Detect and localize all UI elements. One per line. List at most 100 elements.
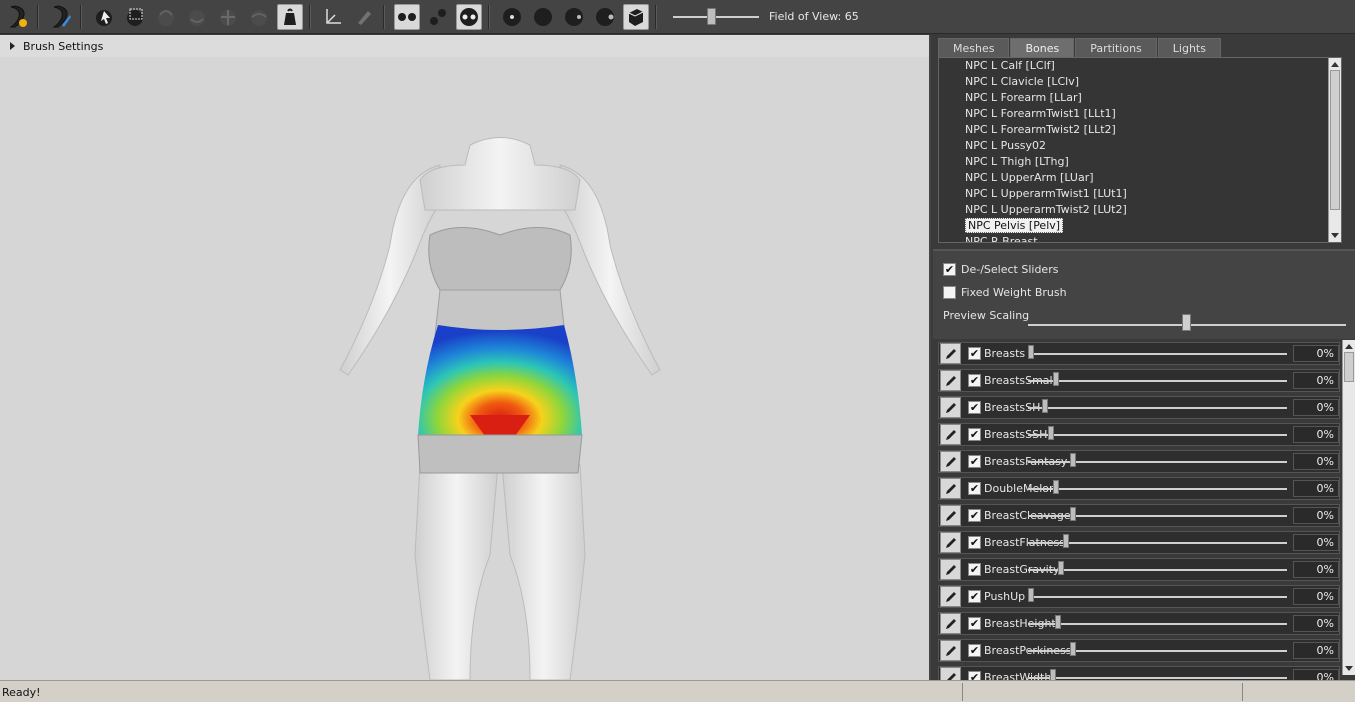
transform-icon[interactable] bbox=[320, 4, 346, 30]
slider-thumb[interactable] bbox=[1052, 480, 1059, 494]
slider-value[interactable]: 0% bbox=[1293, 588, 1339, 605]
slider-enable-checkbox[interactable]: ✔ bbox=[968, 617, 981, 630]
bone-list[interactable]: NPC L Calf [LClf] NPC L Clavicle [LClv] NP… bbox=[938, 57, 1342, 243]
slider-enable-checkbox[interactable]: ✔ bbox=[968, 374, 981, 387]
slider-value[interactable]: 0% bbox=[1293, 480, 1339, 497]
brush-falloff-icon[interactable] bbox=[592, 4, 618, 30]
slider-enable-checkbox[interactable]: ✔ bbox=[968, 509, 981, 522]
bone-list-scrollbar[interactable] bbox=[1328, 58, 1341, 242]
slider-thumb[interactable] bbox=[1047, 426, 1054, 440]
slider-enable-checkbox[interactable]: ✔ bbox=[968, 482, 981, 495]
slider-thumb[interactable] bbox=[1050, 669, 1057, 680]
slider-thumb[interactable] bbox=[1055, 615, 1062, 629]
edit-slider-button[interactable] bbox=[940, 370, 961, 391]
edit-slider-button[interactable] bbox=[940, 343, 961, 364]
slider-list-scrollbar[interactable] bbox=[1342, 340, 1355, 675]
slider-track[interactable] bbox=[1028, 596, 1287, 598]
fixed-weight-brush-option[interactable]: Fixed Weight Brush bbox=[943, 286, 1067, 299]
deselect-sliders-checkbox[interactable]: ✔ bbox=[943, 263, 956, 276]
brush-size-medium-icon[interactable] bbox=[530, 4, 556, 30]
bone-list-item[interactable]: NPC Pelvis [Pelv] bbox=[939, 218, 1341, 234]
slider-value[interactable]: 0% bbox=[1293, 453, 1339, 470]
slider-value[interactable]: 0% bbox=[1293, 669, 1339, 680]
bone-list-item[interactable]: NPC L Thigh [LThg] bbox=[939, 154, 1341, 170]
slider-track[interactable] bbox=[1028, 461, 1287, 463]
slider-track[interactable] bbox=[1028, 407, 1287, 409]
slider-enable-checkbox[interactable]: ✔ bbox=[968, 401, 981, 414]
slider-track[interactable] bbox=[1028, 380, 1287, 382]
tab-bones[interactable]: Bones bbox=[1010, 38, 1075, 57]
deflate-icon[interactable] bbox=[184, 4, 210, 30]
bone-list-item[interactable]: NPC L Pussy02 bbox=[939, 138, 1341, 154]
slider-thumb[interactable] bbox=[1052, 372, 1059, 386]
tab-lights[interactable]: Lights bbox=[1157, 38, 1221, 57]
field-of-view-slider[interactable] bbox=[673, 5, 759, 29]
outfit-studio-icon[interactable] bbox=[5, 4, 31, 30]
slider-enable-checkbox[interactable]: ✔ bbox=[968, 347, 981, 360]
wireframe-icon[interactable] bbox=[425, 4, 451, 30]
slider-thumb[interactable] bbox=[1028, 588, 1034, 602]
bone-list-item[interactable]: NPC L UpperArm [LUar] bbox=[939, 170, 1341, 186]
fixed-weight-brush-checkbox[interactable] bbox=[943, 286, 956, 299]
slider-thumb[interactable] bbox=[1041, 399, 1048, 413]
slider-value[interactable]: 0% bbox=[1293, 426, 1339, 443]
bone-list-item[interactable]: NPC L ForearmTwist2 [LLt2] bbox=[939, 122, 1341, 138]
slider-thumb[interactable] bbox=[1069, 507, 1076, 521]
slider-track[interactable] bbox=[1028, 623, 1287, 625]
tab-partitions[interactable]: Partitions bbox=[1075, 38, 1157, 57]
brush-size-small-icon[interactable] bbox=[499, 4, 525, 30]
preview-scaling-slider-thumb[interactable] bbox=[1182, 314, 1191, 331]
slider-enable-checkbox[interactable]: ✔ bbox=[968, 536, 981, 549]
tab-meshes[interactable]: Meshes bbox=[938, 38, 1010, 57]
scroll-up-arrow-icon[interactable] bbox=[1331, 62, 1339, 67]
slider-value[interactable]: 0% bbox=[1293, 615, 1339, 632]
slider-enable-checkbox[interactable]: ✔ bbox=[968, 671, 981, 680]
slider-enable-checkbox[interactable]: ✔ bbox=[968, 563, 981, 576]
bone-list-item[interactable]: NPC L Clavicle [LClv] bbox=[939, 74, 1341, 90]
bone-list-item[interactable]: NPC L Forearm [LLar] bbox=[939, 90, 1341, 106]
slider-enable-checkbox[interactable]: ✔ bbox=[968, 455, 981, 468]
edit-slider-button[interactable] bbox=[940, 559, 961, 580]
slider-thumb[interactable] bbox=[1062, 534, 1069, 548]
brush-icon[interactable] bbox=[48, 4, 74, 30]
mask-icon[interactable] bbox=[122, 4, 148, 30]
vertex-view-icon[interactable] bbox=[394, 3, 420, 30]
slider-track[interactable] bbox=[1028, 677, 1287, 679]
slider-value[interactable]: 0% bbox=[1293, 399, 1339, 416]
smooth-icon[interactable] bbox=[246, 4, 272, 30]
edit-slider-button[interactable] bbox=[940, 640, 961, 661]
slider-thumb[interactable] bbox=[1057, 561, 1064, 575]
slider-track[interactable] bbox=[1028, 569, 1287, 571]
slider-value[interactable]: 0% bbox=[1293, 372, 1339, 389]
scroll-down-arrow-icon[interactable] bbox=[1345, 666, 1353, 671]
field-of-view-slider-thumb[interactable] bbox=[706, 7, 716, 25]
brush-settings-header[interactable]: Brush Settings bbox=[0, 35, 929, 57]
scroll-down-arrow-icon[interactable] bbox=[1331, 233, 1339, 238]
lighting-icon[interactable] bbox=[456, 3, 482, 30]
edit-slider-button[interactable] bbox=[940, 613, 961, 634]
weight-brush-icon[interactable] bbox=[277, 3, 303, 30]
3d-viewport[interactable]: Brush Settings bbox=[0, 35, 931, 680]
bone-list-item[interactable]: NPC L UpperarmTwist2 [LUt2] bbox=[939, 202, 1341, 218]
scroll-up-arrow-icon[interactable] bbox=[1345, 344, 1353, 349]
slider-enable-checkbox[interactable]: ✔ bbox=[968, 590, 981, 603]
slider-track[interactable] bbox=[1028, 353, 1287, 355]
pencil-icon[interactable] bbox=[351, 4, 377, 30]
bone-list-item[interactable]: NPC L Calf [LClf] bbox=[939, 58, 1341, 74]
move-icon[interactable] bbox=[215, 4, 241, 30]
edit-slider-button[interactable] bbox=[940, 451, 961, 472]
slider-track[interactable] bbox=[1028, 650, 1287, 652]
brush-size-large-icon[interactable] bbox=[561, 4, 587, 30]
edit-slider-button[interactable] bbox=[940, 505, 961, 526]
inflate-icon[interactable] bbox=[153, 4, 179, 30]
slider-track[interactable] bbox=[1028, 434, 1287, 436]
edit-slider-button[interactable] bbox=[940, 532, 961, 553]
slider-track[interactable] bbox=[1028, 515, 1287, 517]
edit-slider-button[interactable] bbox=[940, 478, 961, 499]
bone-list-item[interactable]: NPC R Breast bbox=[939, 234, 1341, 242]
edit-slider-button[interactable] bbox=[940, 397, 961, 418]
slider-value[interactable]: 0% bbox=[1293, 345, 1339, 362]
deselect-sliders-option[interactable]: ✔ De-/Select Sliders bbox=[943, 263, 1058, 276]
slider-thumb[interactable] bbox=[1069, 453, 1076, 467]
slider-value[interactable]: 0% bbox=[1293, 561, 1339, 578]
